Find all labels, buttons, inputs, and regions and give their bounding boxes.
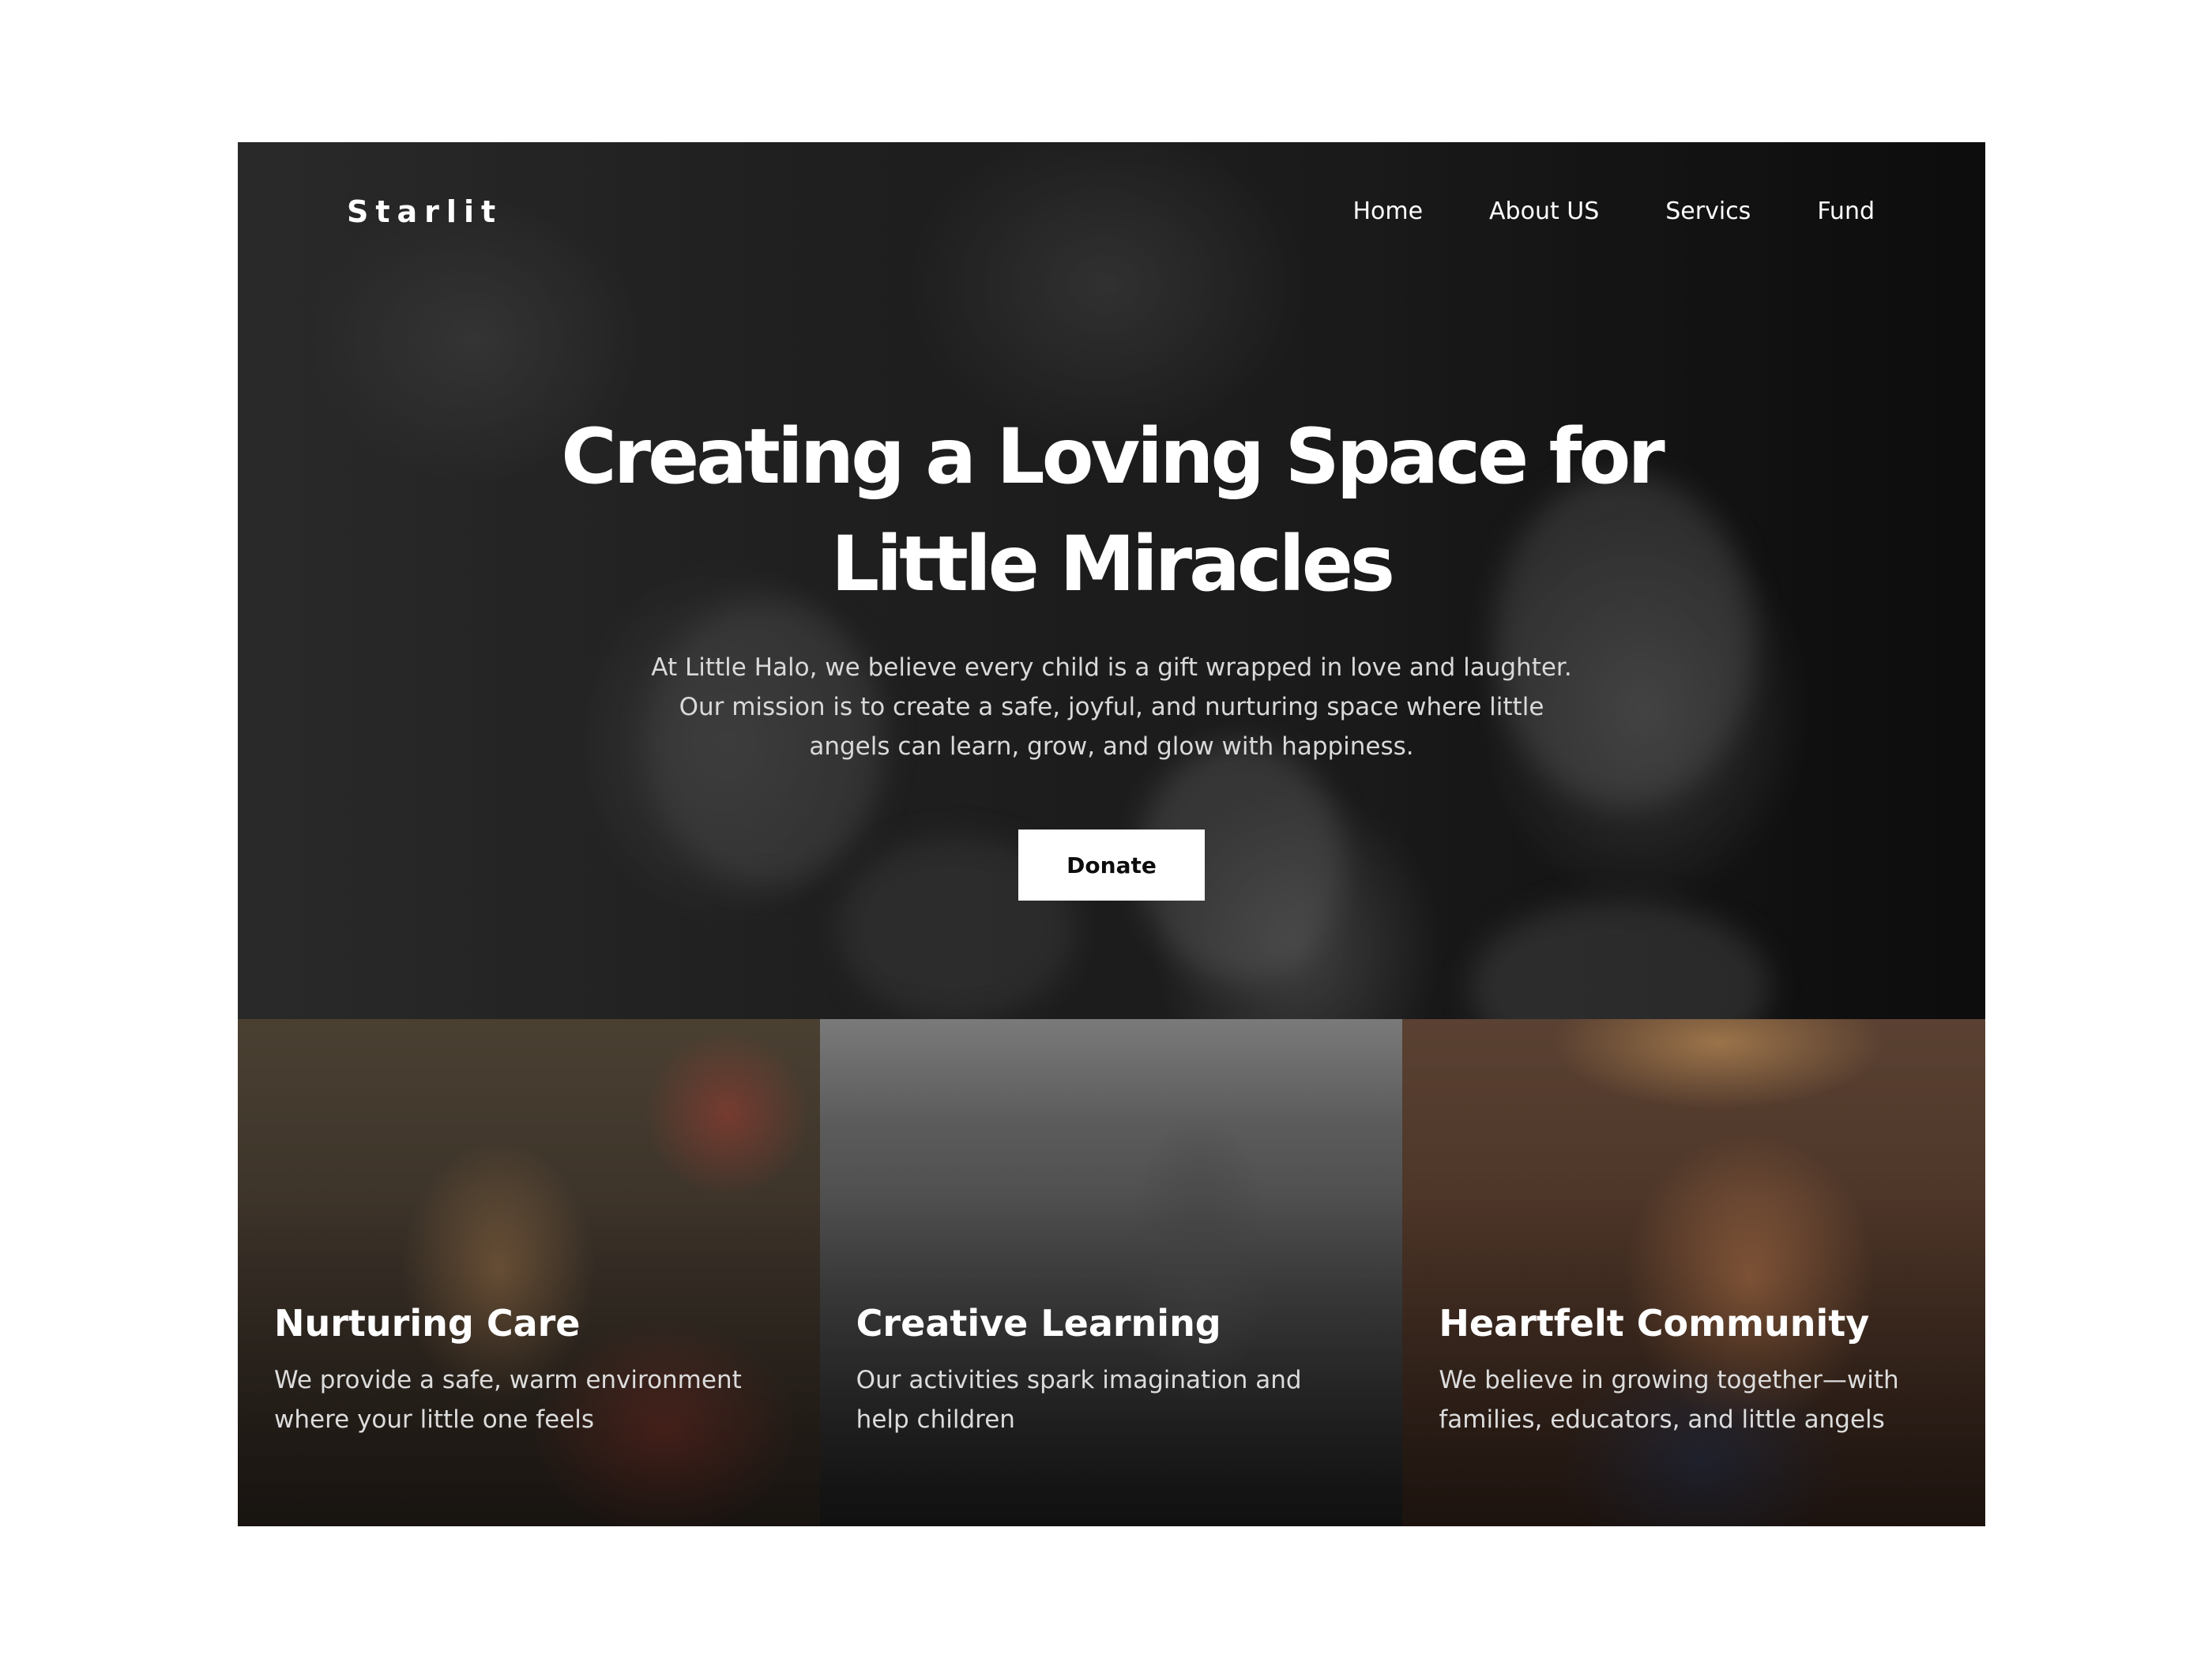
card-creative-learning[interactable]: Creative Learning Our activities spark i… bbox=[819, 1019, 1403, 1526]
main-nav: Home About US Servics Fund bbox=[1352, 198, 1875, 225]
card-description: We believe in growing together—with fami… bbox=[1439, 1366, 1899, 1434]
landing-page: Starlit Home About US Servics Fund Creat… bbox=[238, 142, 1985, 1526]
card-text: Nurturing Care We provide a safe, warm e… bbox=[274, 1300, 764, 1439]
card-title: Creative Learning bbox=[856, 1302, 1221, 1345]
card-text: Creative Learning Our activities spark i… bbox=[856, 1300, 1346, 1439]
card-heartfelt-community[interactable]: Heartfelt Community We believe in growin… bbox=[1402, 1019, 1985, 1526]
card-text: Heartfelt Community We believe in growin… bbox=[1439, 1300, 1928, 1439]
hero-section: Starlit Home About US Servics Fund Creat… bbox=[238, 142, 1985, 1019]
hero-content: Creating a Loving Space for Little Mirac… bbox=[238, 403, 1985, 901]
top-navbar: Starlit Home About US Servics Fund bbox=[238, 142, 1985, 288]
card-description: Our activities spark imagination and hel… bbox=[856, 1366, 1302, 1434]
card-description: We provide a safe, warm environment wher… bbox=[274, 1366, 742, 1434]
nav-item-home[interactable]: Home bbox=[1352, 198, 1423, 225]
card-title: Nurturing Care bbox=[274, 1302, 581, 1345]
nav-item-services[interactable]: Servics bbox=[1665, 198, 1751, 225]
card-nurturing-care[interactable]: Nurturing Care We provide a safe, warm e… bbox=[238, 1019, 820, 1526]
nav-item-fund[interactable]: Fund bbox=[1817, 198, 1875, 225]
hero-title: Creating a Loving Space for Little Mirac… bbox=[561, 412, 1665, 608]
donate-button[interactable]: Donate bbox=[1018, 830, 1205, 901]
card-title: Heartfelt Community bbox=[1439, 1302, 1870, 1345]
hero-description: At Little Halo, we believe every child i… bbox=[651, 653, 1572, 761]
nav-item-about-us[interactable]: About US bbox=[1489, 198, 1599, 225]
logo[interactable]: Starlit bbox=[347, 194, 502, 229]
feature-cards: Nurturing Care We provide a safe, warm e… bbox=[238, 1019, 1985, 1526]
